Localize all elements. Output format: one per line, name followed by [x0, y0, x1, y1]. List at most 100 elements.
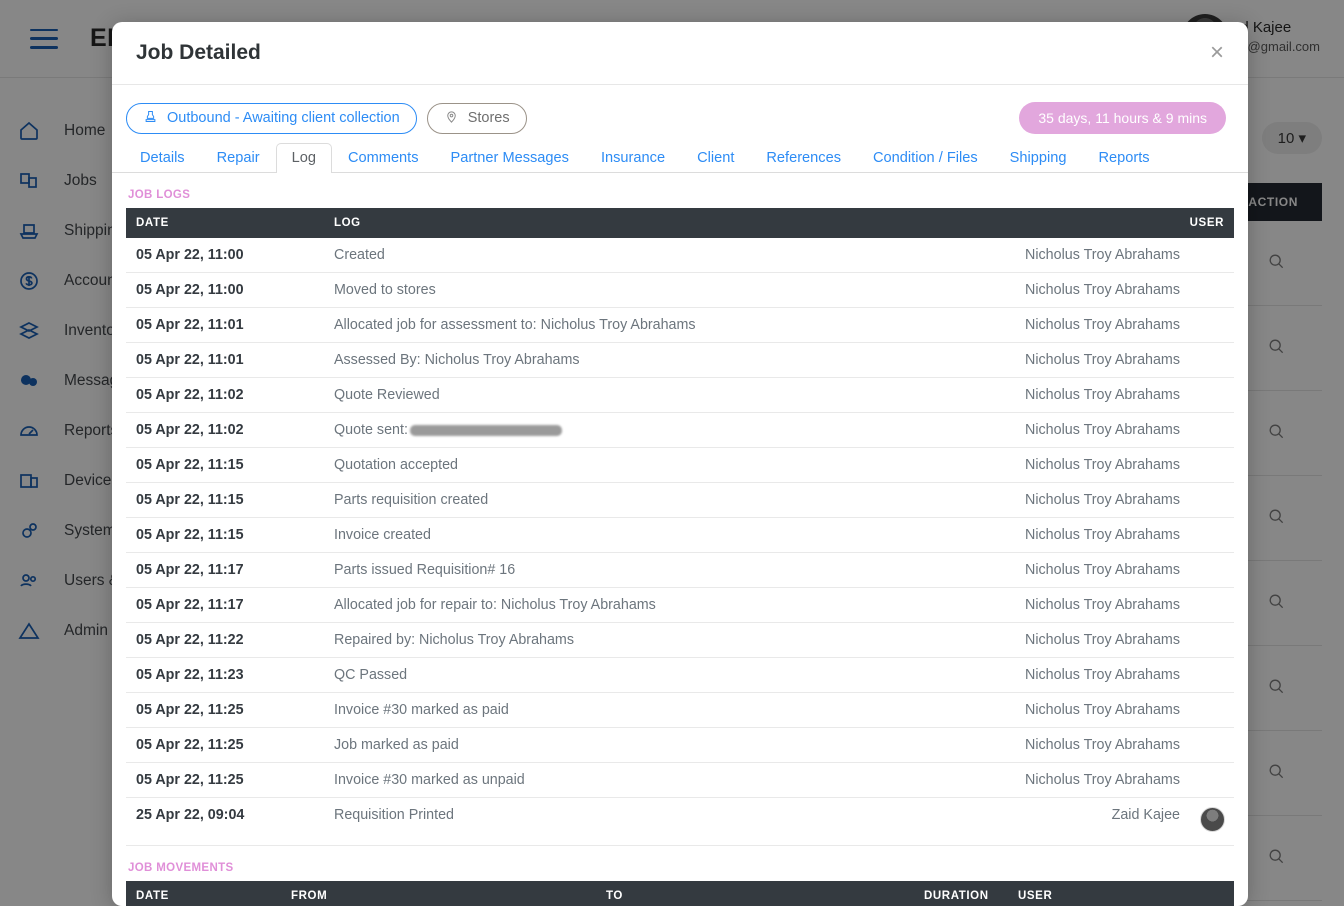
log-message: Parts requisition created [324, 482, 976, 518]
page-title: Job Detailed [136, 41, 261, 64]
log-message: Invoice #30 marked as unpaid [324, 762, 976, 798]
log-user: Nicholus Troy Abrahams [975, 517, 1190, 553]
log-avatar-cell [1189, 412, 1234, 448]
column-header-to: TO [596, 881, 914, 906]
log-user: Nicholus Troy Abrahams [975, 272, 1190, 308]
table-row[interactable]: 25 Apr 22, 09:04 Requisition Printed Zaid … [126, 797, 1234, 846]
tab-repair[interactable]: Repair [201, 143, 276, 173]
tab-details[interactable]: Details [124, 143, 201, 173]
column-header-date: DATE [126, 208, 324, 238]
table-row[interactable]: 05 Apr 22, 11:23 QC Passed Nicholus Troy A… [126, 657, 1234, 693]
log-date: 05 Apr 22, 11:25 [126, 762, 324, 798]
log-user: Nicholus Troy Abrahams [975, 762, 1190, 798]
stamp-icon [143, 109, 158, 128]
column-header-date: DATE [126, 881, 281, 906]
log-message: Requisition Printed [324, 797, 976, 846]
table-row[interactable]: 05 Apr 22, 11:01 Allocated job for assess… [126, 307, 1234, 343]
table-row[interactable]: 05 Apr 22, 11:15 Invoice created Nicholus … [126, 517, 1234, 553]
log-date: 25 Apr 22, 09:04 [126, 797, 324, 846]
log-avatar-cell [1189, 517, 1234, 553]
log-avatar-cell [1189, 447, 1234, 483]
log-user: Nicholus Troy Abrahams [975, 657, 1190, 693]
log-date: 05 Apr 22, 11:23 [126, 657, 324, 693]
modal-body: JOB LOGS DATE LOG USER 05 Apr 22, 11:00 C… [112, 173, 1248, 906]
job-movements-table: DATE FROM TO DURATION USER 05 Apr 22, 11… [126, 881, 1234, 906]
table-row[interactable]: 05 Apr 22, 11:02 Quote Reviewed Nicholus T… [126, 377, 1234, 413]
log-message: Quotation accepted [324, 447, 976, 483]
log-date: 05 Apr 22, 11:15 [126, 447, 324, 483]
log-user: Zaid Kajee [975, 797, 1190, 846]
table-row[interactable]: 05 Apr 22, 11:25 Invoice #30 marked as un… [126, 762, 1234, 798]
log-date: 05 Apr 22, 11:25 [126, 692, 324, 728]
log-message: Invoice #30 marked as paid [324, 692, 976, 728]
log-avatar-cell [1189, 762, 1234, 798]
table-row[interactable]: 05 Apr 22, 11:15 Parts requisition create… [126, 482, 1234, 518]
location-chip-stores[interactable]: Stores [426, 102, 527, 134]
log-date: 05 Apr 22, 11:17 [126, 552, 324, 588]
log-avatar-cell [1189, 797, 1234, 846]
table-row[interactable]: 05 Apr 22, 11:00 Moved to stores Nicholus … [126, 272, 1234, 308]
job-logs-section-title: JOB LOGS [128, 189, 191, 201]
log-user: Nicholus Troy Abrahams [975, 727, 1190, 763]
tab-partner-messages[interactable]: Partner Messages [435, 143, 585, 173]
table-row[interactable]: 05 Apr 22, 11:17 Parts issued Requisition… [126, 552, 1234, 588]
table-row[interactable]: 05 Apr 22, 11:17 Allocated job for repair… [126, 587, 1234, 623]
log-message: Parts issued Requisition# 16 [324, 552, 976, 588]
log-message: Created [324, 238, 976, 273]
log-avatar-cell [1189, 657, 1234, 693]
tab-client[interactable]: Client [681, 143, 750, 173]
log-date: 05 Apr 22, 11:02 [126, 377, 324, 413]
table-header-row: DATE FROM TO DURATION USER [126, 881, 1234, 906]
table-row[interactable]: 05 Apr 22, 11:25 Job marked as paid Nichol… [126, 727, 1234, 763]
table-row[interactable]: 05 Apr 22, 11:15 Quotation accepted Nichol… [126, 447, 1234, 483]
avatar [1199, 807, 1225, 832]
status-chip-outbound[interactable]: Outbound - Awaiting client collection [126, 102, 417, 134]
modal-header: Job Detailed × [112, 22, 1248, 85]
log-date: 05 Apr 22, 11:15 [126, 517, 324, 553]
job-logs-table: DATE LOG USER 05 Apr 22, 11:00 Created Nic… [126, 208, 1234, 846]
tab-log[interactable]: Log [275, 143, 332, 173]
column-header-from: FROM [281, 881, 596, 906]
log-message: Allocated job for assessment to: Nicholu… [324, 307, 976, 343]
log-user: Nicholus Troy Abrahams [975, 482, 1190, 518]
job-detailed-modal: Job Detailed × Outbound - Awaiting clien… [112, 22, 1248, 906]
log-message: Quote Reviewed [324, 377, 976, 413]
log-avatar-cell [1189, 342, 1234, 378]
close-icon[interactable]: × [1200, 36, 1234, 70]
log-avatar-cell [1189, 307, 1234, 343]
tab-reports[interactable]: Reports [1082, 143, 1165, 173]
tab-insurance[interactable]: Insurance [585, 143, 681, 173]
job-movements-section-title: JOB MOVEMENTS [128, 862, 234, 874]
table-header-row: DATE LOG USER [126, 208, 1234, 238]
column-header-log: LOG [324, 208, 976, 238]
tab-references[interactable]: References [750, 143, 857, 173]
table-row[interactable]: 05 Apr 22, 11:02 Quote sent: Nicholus Troy… [126, 412, 1234, 448]
location-pin-icon [444, 109, 459, 128]
log-avatar-cell [1189, 692, 1234, 728]
table-row[interactable]: 05 Apr 22, 11:01 Assessed By: Nicholus Tr… [126, 342, 1234, 378]
log-date: 05 Apr 22, 11:01 [126, 307, 324, 343]
log-user: Nicholus Troy Abrahams [975, 552, 1190, 588]
log-user: Nicholus Troy Abrahams [975, 622, 1190, 658]
log-user: Nicholus Troy Abrahams [975, 238, 1190, 273]
log-avatar-cell [1189, 622, 1234, 658]
table-row[interactable]: 05 Apr 22, 11:22 Repaired by: Nicholus Tr… [126, 622, 1234, 658]
table-row[interactable]: 05 Apr 22, 11:25 Invoice #30 marked as pa… [126, 692, 1234, 728]
log-avatar-cell [1189, 272, 1234, 308]
log-user: Nicholus Troy Abrahams [975, 307, 1190, 343]
tab-comments[interactable]: Comments [332, 143, 435, 173]
log-user: Nicholus Troy Abrahams [975, 377, 1190, 413]
table-row[interactable]: 05 Apr 22, 11:00 Created Nicholus Troy Abr… [126, 238, 1234, 273]
tab-condition-files[interactable]: Condition / Files [857, 143, 994, 173]
tab-shipping[interactable]: Shipping [994, 143, 1083, 173]
log-avatar-cell [1189, 727, 1234, 763]
log-avatar-cell [1189, 377, 1234, 413]
log-date: 05 Apr 22, 11:22 [126, 622, 324, 658]
log-date: 05 Apr 22, 11:00 [126, 272, 324, 308]
status-chips-row: Outbound - Awaiting client collection St… [112, 85, 1248, 140]
log-user: Nicholus Troy Abrahams [975, 412, 1190, 448]
tab-bar: Details Repair Log Comments Partner Mess… [112, 140, 1248, 173]
log-message: Repaired by: Nicholus Troy Abrahams [324, 622, 976, 658]
log-date: 05 Apr 22, 11:25 [126, 727, 324, 763]
log-message: Quote sent: [324, 412, 976, 448]
